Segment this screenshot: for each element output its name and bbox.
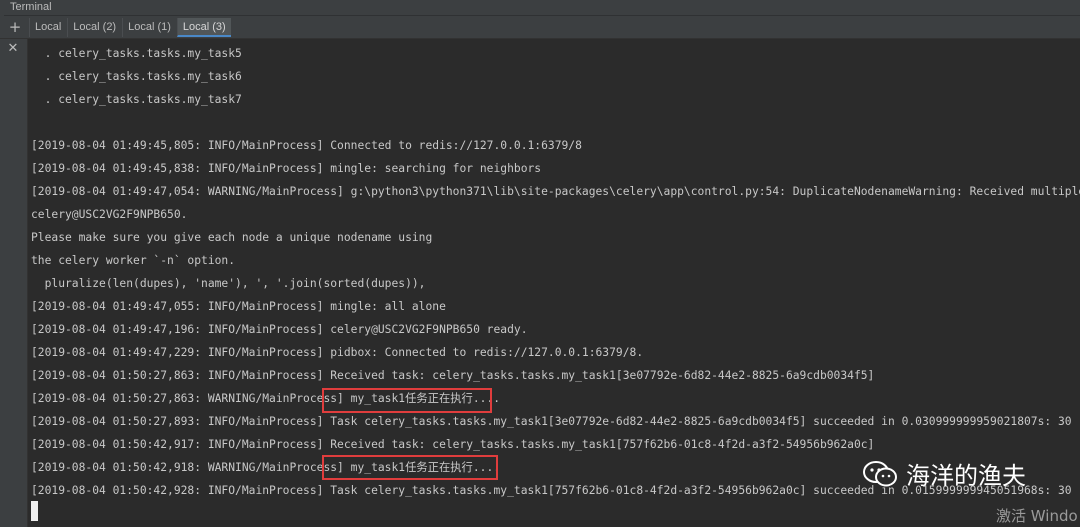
console-line: [2019-08-04 01:50:42,917: INFO/MainProce… bbox=[31, 438, 875, 451]
console-line: celery@USC2VG2F9NPB650. bbox=[31, 208, 188, 221]
console-line: [2019-08-04 01:49:47,055: INFO/MainProce… bbox=[31, 300, 446, 313]
tab-local-1[interactable]: Local (1) bbox=[122, 18, 176, 37]
wechat-logo-icon bbox=[863, 460, 897, 486]
task-message-highlight-box bbox=[322, 388, 492, 413]
windows-activation-overlay: 激活 Windo bbox=[996, 507, 1078, 525]
console-line: [2019-08-04 01:49:47,054: WARNING/MainPr… bbox=[31, 185, 1080, 198]
terminal-cursor bbox=[31, 501, 38, 521]
tool-window-titlebar: Terminal bbox=[0, 0, 1080, 16]
console-line: . celery_tasks.tasks.my_task6 bbox=[31, 70, 242, 83]
tab-local[interactable]: Local bbox=[29, 18, 67, 37]
console-line: [2019-08-04 01:50:27,863: INFO/MainProce… bbox=[31, 369, 875, 382]
watermark-text: 海洋的渔夫 bbox=[906, 462, 1026, 490]
console-line: . celery_tasks.tasks.my_task7 bbox=[31, 93, 242, 106]
console-line: [2019-08-04 01:49:45,805: INFO/MainProce… bbox=[31, 139, 582, 152]
console-line: . celery_tasks.tasks.my_task5 bbox=[31, 47, 242, 60]
tab-local-3[interactable]: Local (3) bbox=[176, 18, 231, 37]
tool-window-title: Terminal bbox=[10, 1, 52, 13]
console-line: the celery worker `-n` option. bbox=[31, 254, 236, 267]
task-message-highlight-box bbox=[322, 455, 498, 480]
console-line: Please make sure you give each node a un… bbox=[31, 231, 433, 244]
console-line: [2019-08-04 01:49:47,196: INFO/MainProce… bbox=[31, 323, 528, 336]
wechat-watermark: 海洋的渔夫 bbox=[862, 456, 1026, 491]
console-line: [2019-08-04 01:49:47,229: INFO/MainProce… bbox=[31, 346, 644, 359]
console-line: pluralize(len(dupes), 'name'), ', '.join… bbox=[31, 277, 426, 290]
new-tab-plus-icon[interactable]: + bbox=[6, 17, 24, 37]
console-line: [2019-08-04 01:50:27,893: INFO/MainProce… bbox=[31, 415, 1072, 428]
terminal-side-toolbar: ✕ bbox=[0, 39, 28, 527]
console-line: [2019-08-04 01:49:45,838: INFO/MainProce… bbox=[31, 162, 542, 175]
terminal-tab-bar: + Local Local (2) Local (1) Local (3) bbox=[0, 16, 1080, 39]
tab-local-2[interactable]: Local (2) bbox=[67, 18, 122, 37]
terminal-tabs: Local Local (2) Local (1) Local (3) bbox=[29, 18, 232, 37]
terminal-output[interactable]: . celery_tasks.tasks.my_task5 . celery_t… bbox=[28, 39, 1080, 527]
close-session-icon[interactable]: ✕ bbox=[4, 40, 22, 58]
